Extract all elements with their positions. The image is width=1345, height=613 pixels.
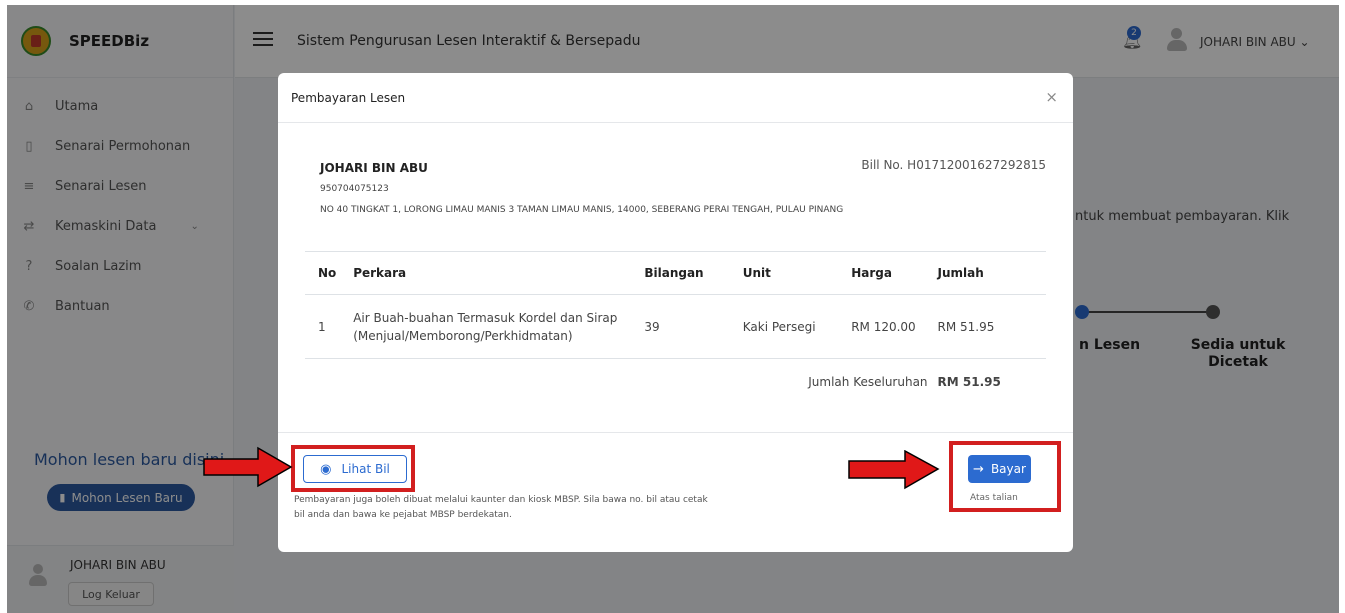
table-row: 1 Air Buah-buahan Termasuk Kordel dan Si… — [305, 294, 1046, 359]
table-cell: RM 120.00 — [851, 294, 938, 359]
table-cell: 1 — [305, 294, 354, 359]
table-cell: RM 51.95 — [937, 294, 1046, 359]
total-label: Jumlah Keseluruhan — [808, 375, 928, 390]
modal-header: Pembayaran Lesen × — [278, 73, 1073, 123]
total-value: RM 51.95 — [937, 375, 1001, 390]
payment-note: Pembayaran juga boleh dibuat melalui kau… — [294, 495, 708, 520]
highlight-box-pay — [949, 441, 1061, 512]
highlight-box-view-bill — [291, 445, 415, 492]
annotation-arrow-icon — [848, 450, 940, 490]
close-icon[interactable]: × — [1045, 88, 1058, 106]
column-header: No — [305, 251, 354, 295]
table-cell: Kaki Persegi — [742, 294, 852, 359]
table-cell: 39 — [644, 294, 743, 359]
divider — [278, 432, 1073, 433]
bill-table: No Perkara Bilangan Unit Harga Jumlah 1 … — [305, 251, 1046, 406]
payer-name: JOHARI BIN ABU — [320, 161, 428, 175]
table-header-row: No Perkara Bilangan Unit Harga Jumlah — [305, 251, 1046, 295]
table-cell: Air Buah-buahan Termasuk Kordel dan Sira… — [353, 294, 645, 359]
column-header: Jumlah — [937, 251, 1046, 295]
column-header: Unit — [742, 251, 852, 295]
modal-title: Pembayaran Lesen — [291, 91, 406, 105]
column-header: Harga — [851, 251, 938, 295]
column-header: Bilangan — [644, 251, 743, 295]
annotation-arrow-icon — [203, 446, 293, 488]
payer-ic: 950704075123 — [320, 184, 389, 194]
bill-number: Bill No. H01712001627292815 — [861, 158, 1046, 172]
total-row: Jumlah Keseluruhan RM 51.95 — [305, 359, 1046, 406]
column-header: Perkara — [353, 251, 645, 295]
payer-address: NO 40 TINGKAT 1, LORONG LIMAU MANIS 3 TA… — [320, 205, 844, 215]
